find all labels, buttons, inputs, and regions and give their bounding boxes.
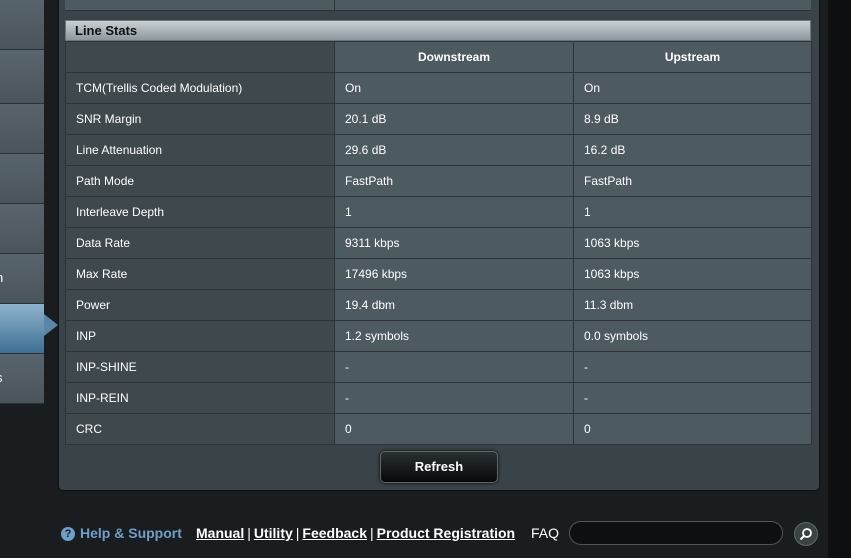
downstream-value: 20.1 dB xyxy=(334,103,574,135)
sidebar-item-6[interactable]: n xyxy=(0,254,44,304)
upstream-value: 11.3 dbm xyxy=(573,289,812,321)
downstream-value: 17496 kbps xyxy=(334,258,574,290)
sidebar-item-2[interactable] xyxy=(0,54,44,104)
table-header-row: Downstream Upstream xyxy=(65,41,812,73)
downstream-value: FastPath xyxy=(334,165,574,197)
sidebar-item-active[interactable] xyxy=(0,304,44,354)
column-header-upstream: Upstream xyxy=(573,41,812,73)
row-label: Max Rate xyxy=(65,258,335,290)
table-row: Max Rate 17496 kbps 1063 kbps xyxy=(65,258,812,290)
search-icon xyxy=(799,528,812,541)
sidebar-item-4[interactable] xyxy=(0,154,44,204)
upstream-value: - xyxy=(573,382,812,414)
search-button[interactable] xyxy=(794,522,818,546)
upstream-value: 1063 kbps xyxy=(573,258,812,290)
upstream-value: 1 xyxy=(573,196,812,228)
right-edge xyxy=(828,0,851,558)
footer-links: Manual | Utility | Feedback | Product Registra… xyxy=(196,525,516,541)
downstream-value: - xyxy=(334,351,574,383)
row-label: Interleave Depth xyxy=(65,196,335,228)
help-support-link[interactable]: Help & Support xyxy=(80,525,182,541)
utility-link[interactable]: Utility xyxy=(254,525,293,541)
downstream-value: On xyxy=(334,72,574,104)
sidebar: n s xyxy=(0,0,44,404)
table-row: Power 19.4 dbm 11.3 dbm xyxy=(65,289,812,321)
table-row: INP 1.2 symbols 0.0 symbols xyxy=(65,320,812,352)
table-row: Path Mode FastPath FastPath xyxy=(65,165,812,197)
faq-search-input[interactable] xyxy=(569,521,783,545)
row-label: INP-REIN xyxy=(65,382,335,414)
feedback-link[interactable]: Feedback xyxy=(302,525,367,541)
table-row: Line Attenuation 29.6 dB 16.2 dB xyxy=(65,134,812,166)
manual-link[interactable]: Manual xyxy=(196,525,244,541)
upstream-value: 1063 kbps xyxy=(573,227,812,259)
column-header-downstream: Downstream xyxy=(334,41,574,73)
row-label: TCM(Trellis Coded Modulation) xyxy=(65,72,335,104)
faq-label: FAQ xyxy=(531,525,560,541)
header-blank-cell xyxy=(65,41,335,73)
row-label: CRC xyxy=(65,413,335,445)
upstream-value: 0.0 symbols xyxy=(573,320,812,352)
downstream-value: - xyxy=(334,382,574,414)
row-label: Line Attenuation xyxy=(65,134,335,166)
row-label: Data Rate xyxy=(65,227,335,259)
row-label: SNR Margin xyxy=(65,103,335,135)
sidebar-item-8[interactable]: s xyxy=(0,354,44,404)
footer: ? Help & Support Manual | Utility | Feedback… xyxy=(0,514,828,558)
downstream-value: 19.4 dbm xyxy=(334,289,574,321)
sidebar-item-3[interactable] xyxy=(0,104,44,154)
downstream-value: 1 xyxy=(334,196,574,228)
downstream-value: 29.6 dB xyxy=(334,134,574,166)
table-row: INP-REIN - - xyxy=(65,382,812,414)
question-icon[interactable]: ? xyxy=(61,527,75,541)
upstream-value: FastPath xyxy=(573,165,812,197)
table-row: CRC 0 0 xyxy=(65,413,812,445)
downstream-value: 9311 kbps xyxy=(334,227,574,259)
row-label: Path Mode xyxy=(65,165,335,197)
table-row: TCM(Trellis Coded Modulation) On On xyxy=(65,72,812,104)
sidebar-item-5[interactable] xyxy=(0,204,44,254)
product-registration-link[interactable]: Product Registration xyxy=(377,525,515,541)
upstream-value: On xyxy=(573,72,812,104)
upstream-value: 8.9 dB xyxy=(573,103,812,135)
sidebar-item-label: n xyxy=(0,270,3,285)
upstream-value: 16.2 dB xyxy=(573,134,812,166)
upstream-value: - xyxy=(573,351,812,383)
downstream-value: 0 xyxy=(334,413,574,445)
previous-table-bottom xyxy=(65,0,811,11)
table-row: SNR Margin 20.1 dB 8.9 dB xyxy=(65,103,812,135)
row-label: INP-SHINE xyxy=(65,351,335,383)
downstream-value: 1.2 symbols xyxy=(334,320,574,352)
active-item-pointer xyxy=(44,314,58,336)
section-title: Line Stats xyxy=(65,20,811,41)
table-row: Interleave Depth 1 1 xyxy=(65,196,812,228)
table-row: INP-SHINE - - xyxy=(65,351,812,383)
refresh-button[interactable]: Refresh xyxy=(380,451,498,483)
row-label: INP xyxy=(65,320,335,352)
line-stats-table: Downstream Upstream TCM(Trellis Coded Mo… xyxy=(65,41,812,445)
sidebar-item-1[interactable] xyxy=(0,0,44,50)
sidebar-item-label: s xyxy=(0,370,3,385)
main-panel: Line Stats Downstream Upstream TCM(Trell… xyxy=(59,0,819,490)
row-label: Power xyxy=(65,289,335,321)
table-row: Data Rate 9311 kbps 1063 kbps xyxy=(65,227,812,259)
upstream-value: 0 xyxy=(573,413,812,445)
